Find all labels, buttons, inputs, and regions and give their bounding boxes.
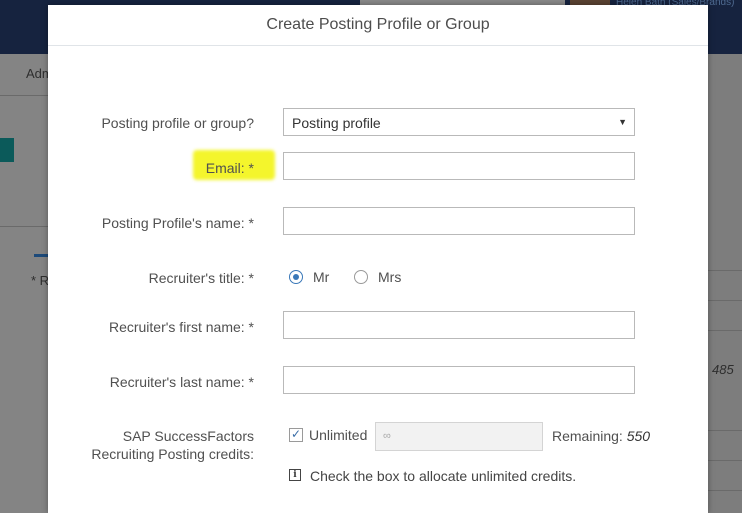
credits-input[interactable]: ∞	[375, 422, 543, 451]
email-label: Email: *	[205, 160, 254, 176]
radio-mr-label: Mr	[313, 269, 330, 285]
last-name-field[interactable]	[283, 366, 635, 394]
unlimited-checkbox[interactable]: ✓	[289, 428, 303, 442]
dialog-title: Create Posting Profile or Group	[48, 5, 708, 46]
create-posting-profile-dialog: Create Posting Profile or Group Posting …	[48, 5, 708, 513]
checkmark-icon: ✓	[290, 427, 302, 441]
last-name-label: Recruiter's last name: *	[109, 374, 254, 390]
divider	[0, 95, 48, 96]
first-name-field[interactable]	[283, 311, 635, 339]
first-name-label: Recruiter's first name: *	[108, 319, 254, 335]
divider	[0, 226, 48, 227]
remaining-credits: Remaining: 550	[552, 428, 650, 444]
info-icon: i	[289, 469, 301, 481]
divider	[708, 300, 742, 301]
profile-or-group-selected: Posting profile	[292, 115, 381, 131]
background-required-text: * R	[31, 273, 50, 288]
divider	[708, 490, 742, 491]
radio-mrs-label: Mrs	[378, 269, 402, 285]
unlimited-label: Unlimited	[309, 427, 368, 443]
recruiter-title-label: Recruiter's title: *	[148, 270, 254, 286]
radio-mr[interactable]	[289, 270, 303, 284]
profile-name-field[interactable]	[283, 207, 635, 235]
profile-or-group-label: Posting profile or group?	[101, 115, 254, 131]
radio-mrs[interactable]	[354, 270, 368, 284]
divider	[708, 460, 742, 461]
divider	[708, 430, 742, 431]
profile-name-label: Posting Profile's name: *	[101, 215, 254, 231]
unlimited-info-text: Check the box to allocate unlimited cred…	[310, 468, 577, 484]
email-field[interactable]	[283, 152, 635, 180]
background-active-tab	[34, 254, 48, 257]
remaining-value: 550	[626, 428, 651, 444]
remaining-label: Remaining:	[552, 428, 623, 444]
divider	[708, 330, 742, 331]
credits-label-line1: SAP SuccessFactors	[122, 428, 254, 444]
background-remaining-number: 485	[712, 362, 734, 377]
divider	[708, 270, 742, 271]
background-tab-marker	[0, 138, 14, 162]
credits-label-line2: Recruiting Posting credits:	[91, 446, 254, 462]
profile-or-group-select[interactable]: Posting profile ▼	[283, 108, 635, 136]
dropdown-caret-icon: ▼	[618, 117, 627, 127]
